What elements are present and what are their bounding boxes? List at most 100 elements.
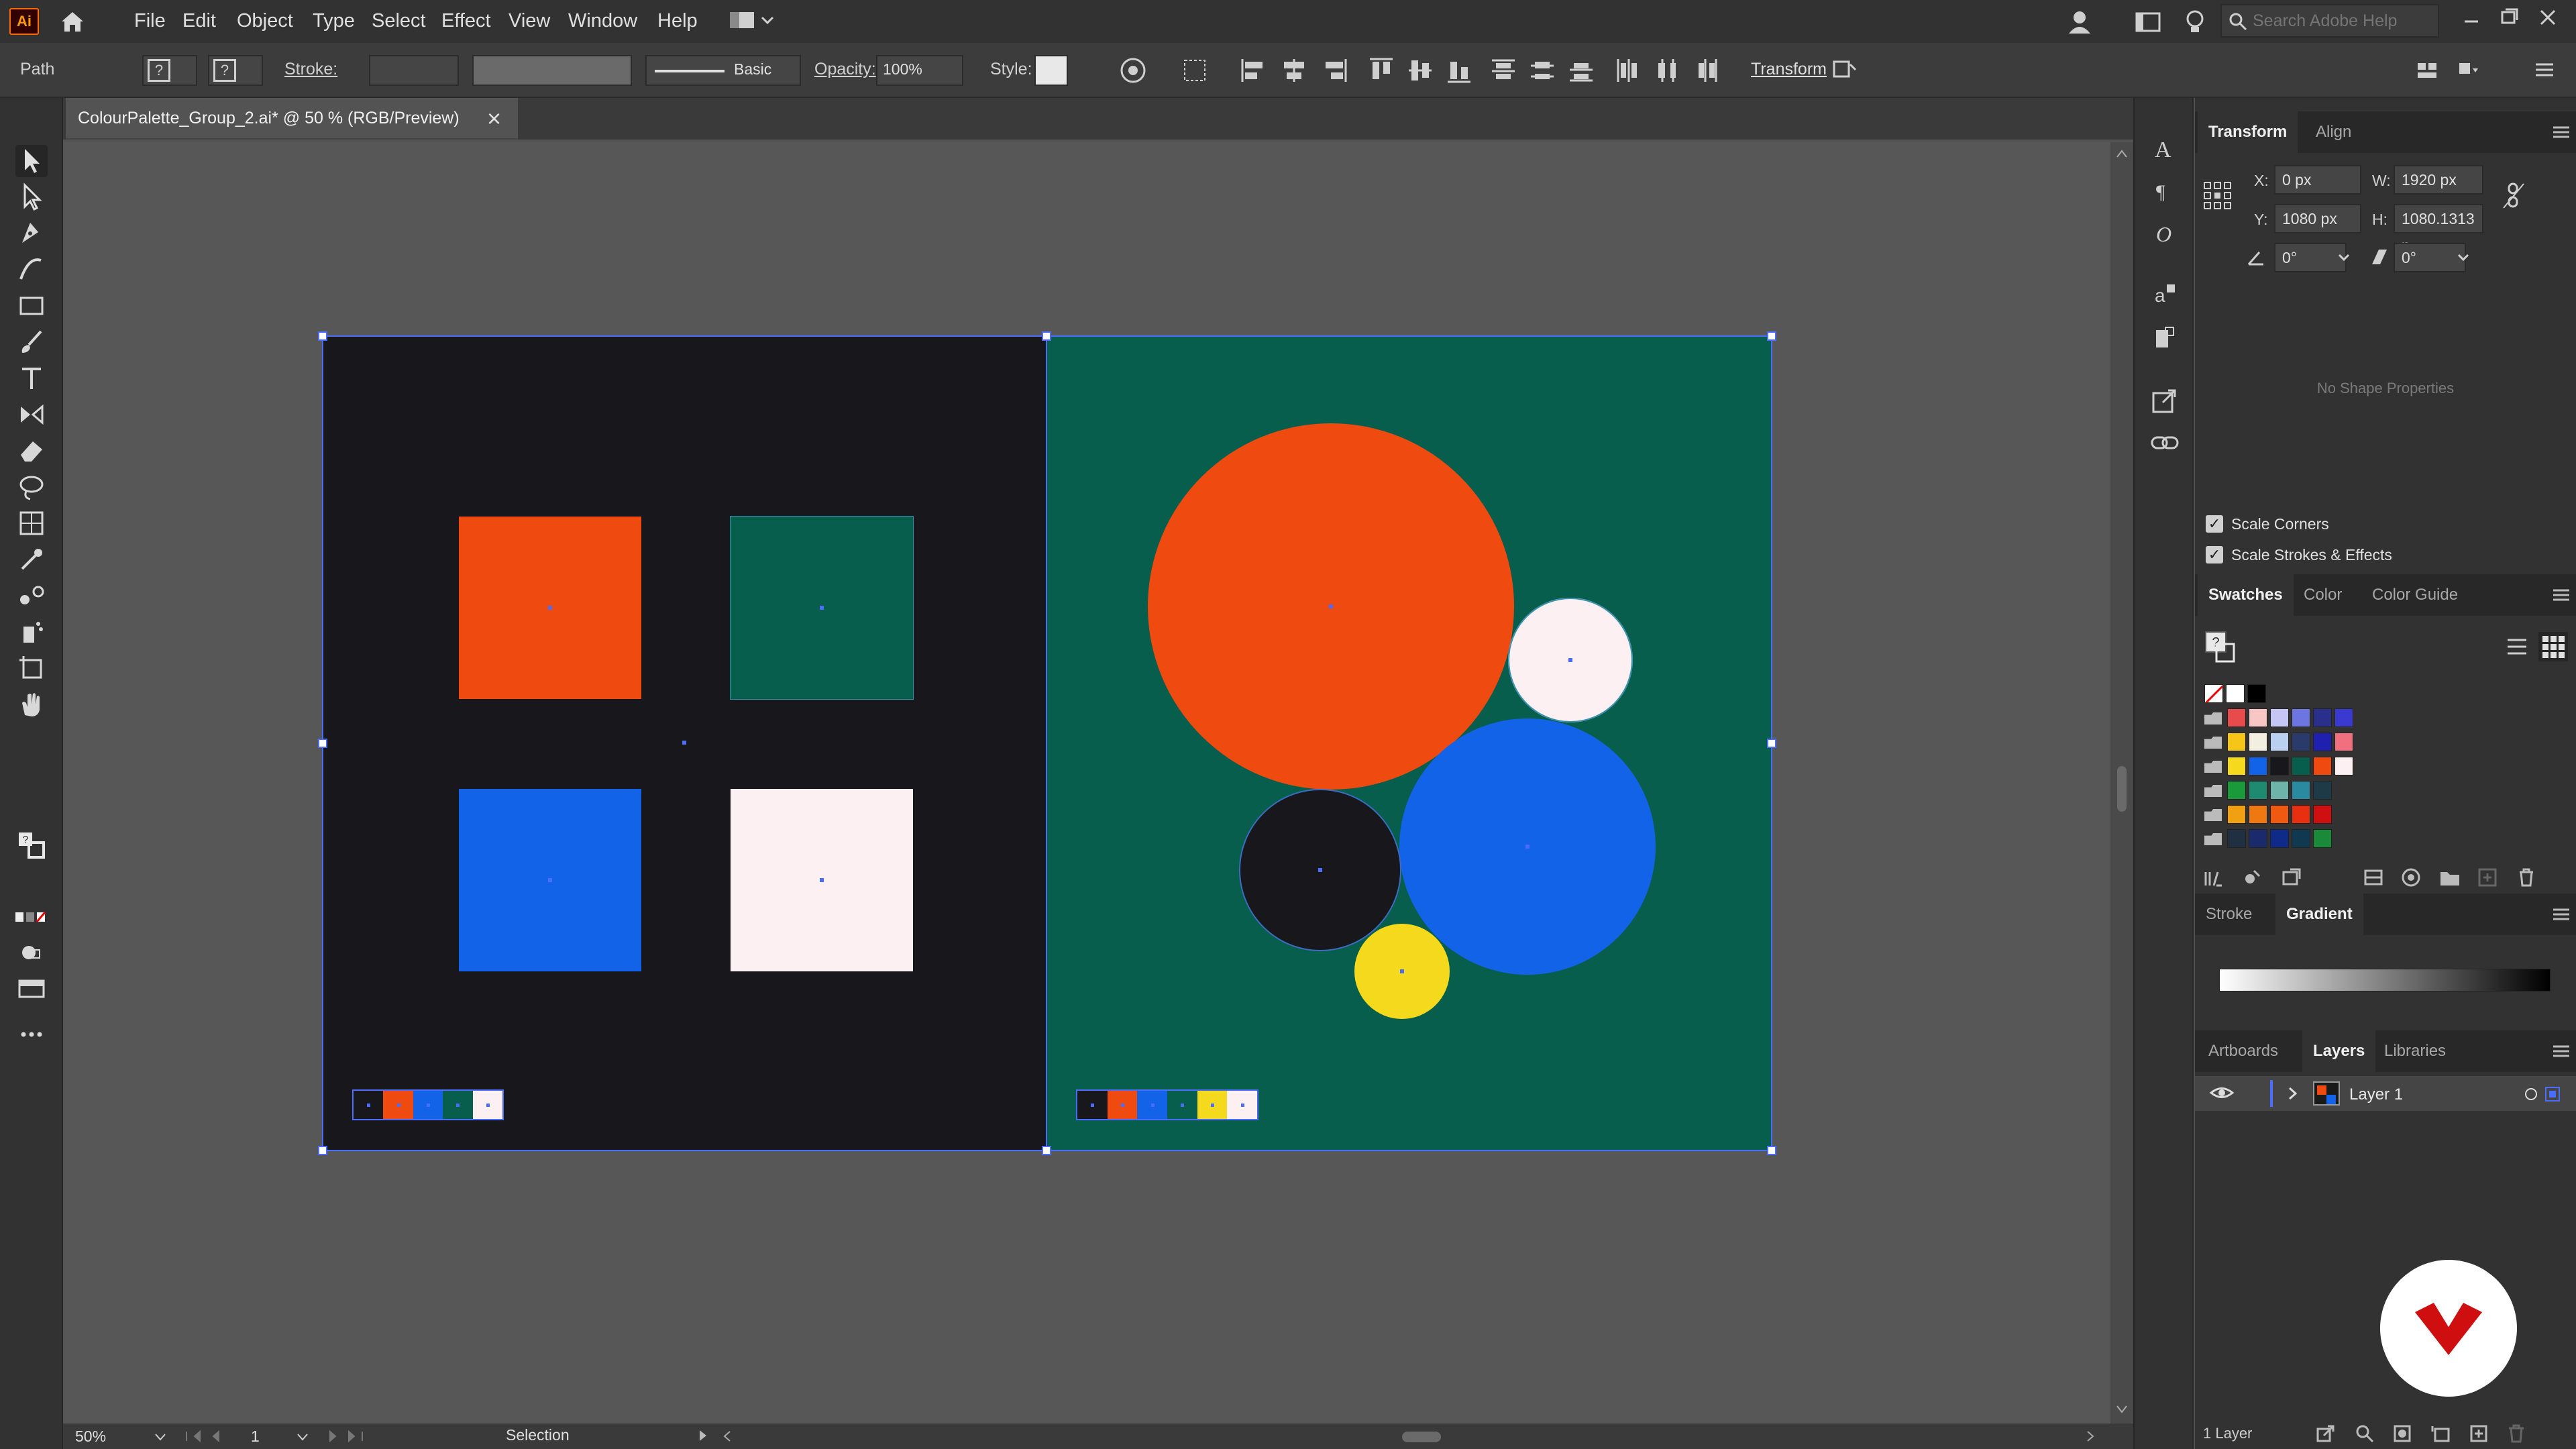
align-to-icon[interactable] — [1181, 55, 1212, 86]
rotate-dropdown-icon[interactable] — [2337, 251, 2351, 264]
color-group-folder-icon[interactable] — [2204, 809, 2222, 821]
restore-icon[interactable] — [2496, 4, 2522, 31]
direct-selection-tool-icon[interactable] — [15, 181, 48, 213]
eraser-tool-icon[interactable] — [15, 435, 48, 467]
swatch[interactable] — [2334, 708, 2353, 727]
workspace-switcher-icon[interactable] — [729, 9, 775, 34]
color-group-folder-icon[interactable] — [2204, 833, 2222, 845]
swatch[interactable] — [2334, 733, 2353, 751]
align-middle-icon[interactable] — [1405, 55, 1436, 86]
swatch[interactable] — [2249, 757, 2267, 775]
tab-transform[interactable]: Transform — [2198, 111, 2298, 153]
color-group-folder-icon[interactable] — [2204, 761, 2222, 773]
fill-stroke-widget-icon[interactable]: ? — [15, 829, 48, 859]
distribute-left-icon[interactable] — [1613, 55, 1644, 86]
prev-artboard-icons[interactable] — [184, 1430, 237, 1442]
tab-layers[interactable]: Layers — [2302, 1030, 2376, 1072]
minimize-icon[interactable] — [2458, 7, 2485, 34]
type-tool-icon[interactable] — [15, 362, 48, 394]
curvature-tool-icon[interactable] — [15, 254, 48, 286]
draw-mode-icon[interactable] — [15, 936, 48, 969]
y-field[interactable]: 1080 px — [2274, 204, 2361, 233]
swatch[interactable] — [2292, 805, 2310, 824]
menu-select[interactable]: Select — [372, 0, 426, 43]
swatch[interactable] — [2334, 757, 2353, 775]
scroll-left-icon[interactable] — [722, 1430, 733, 1442]
distribute-bottom-icon[interactable] — [1566, 55, 1597, 86]
swatch[interactable] — [2313, 757, 2332, 775]
search-box[interactable] — [2220, 4, 2439, 38]
swatches-menu-icon[interactable] — [2552, 588, 2571, 602]
close-tab-icon[interactable]: × — [487, 105, 501, 133]
swatch[interactable] — [2313, 829, 2332, 848]
grid-view-icon[interactable] — [2538, 632, 2568, 661]
swatch[interactable] — [2249, 805, 2267, 824]
distribute-top-icon[interactable] — [1488, 55, 1519, 86]
tab-gradient[interactable]: Gradient — [2275, 894, 2363, 935]
export-layer-icon[interactable] — [2316, 1424, 2336, 1444]
selection-indicator[interactable] — [2545, 1087, 2560, 1102]
visibility-eye-icon[interactable] — [2208, 1083, 2235, 1103]
swatch[interactable] — [2270, 757, 2289, 775]
eyedropper-tool-icon[interactable] — [15, 543, 48, 576]
paintbrush-tool-icon[interactable] — [15, 326, 48, 358]
swatch[interactable] — [2249, 829, 2267, 848]
new-sublayer-icon[interactable] — [2431, 1424, 2451, 1444]
color-group-folder-icon[interactable] — [2204, 712, 2222, 724]
transform-link[interactable]: Transform — [1751, 60, 1827, 79]
shear-dropdown-icon[interactable] — [2457, 251, 2470, 264]
swatch[interactable] — [2249, 733, 2267, 751]
zoom-dropdown-icon[interactable] — [154, 1432, 166, 1442]
delete-swatch-icon[interactable] — [2516, 867, 2537, 888]
align-center-icon[interactable] — [1279, 55, 1309, 86]
gradient-slider[interactable] — [2219, 969, 2551, 991]
isolate-object-icon[interactable] — [1829, 55, 1860, 86]
fill-selector[interactable]: ? — [142, 55, 197, 86]
menu-help[interactable]: Help — [657, 0, 698, 43]
artboard-tool-icon[interactable] — [15, 652, 48, 684]
arrange-panels-icon[interactable] — [2412, 55, 2443, 86]
opentype-panel-icon[interactable]: O — [2149, 217, 2180, 248]
glyphs-panel-icon[interactable]: a — [2149, 279, 2180, 310]
tab-swatches[interactable]: Swatches — [2198, 574, 2294, 616]
locate-object-icon[interactable] — [2355, 1424, 2375, 1444]
align-bottom-icon[interactable] — [1444, 55, 1474, 86]
layers-menu-icon[interactable] — [2552, 1044, 2571, 1059]
scale-strokes-checkbox[interactable]: ✓ — [2206, 546, 2223, 564]
rotate-field[interactable]: 0° — [2274, 243, 2347, 272]
swatch[interactable] — [2313, 733, 2332, 751]
tab-stroke[interactable]: Stroke — [2206, 894, 2252, 935]
none-swatch[interactable] — [2204, 684, 2224, 704]
hand-tool-icon[interactable] — [15, 688, 48, 720]
tab-color-guide[interactable]: Color Guide — [2372, 574, 2458, 616]
align-right-icon[interactable] — [1319, 55, 1350, 86]
reflect-tool-icon[interactable] — [15, 398, 48, 431]
swatch[interactable] — [2292, 733, 2310, 751]
swatch[interactable] — [2292, 708, 2310, 727]
w-field[interactable]: 1920 px — [2394, 165, 2483, 195]
distribute-vcenter-icon[interactable] — [1527, 55, 1558, 86]
tab-align[interactable]: Align — [2316, 111, 2351, 153]
color-group-icon[interactable] — [2363, 867, 2384, 888]
control-bar-menu-icon[interactable] — [2529, 55, 2560, 86]
zoom-field[interactable]: 50% — [71, 1426, 170, 1446]
expand-layer-icon[interactable] — [2286, 1085, 2300, 1102]
color-mode-icon[interactable] — [15, 908, 48, 928]
stroke-label[interactable]: Stroke: — [284, 60, 337, 79]
x-field[interactable]: 0 px — [2274, 165, 2361, 195]
lightbulb-icon[interactable] — [2182, 8, 2208, 35]
swatch[interactable] — [2227, 733, 2246, 751]
stroke-style-panel-icon[interactable] — [2149, 323, 2180, 354]
vertical-scrollbar[interactable] — [2110, 142, 2133, 1424]
scale-corners-checkbox[interactable]: ✓ — [2206, 515, 2223, 533]
paragraph-panel-icon[interactable]: ¶ — [2149, 176, 2180, 207]
swatch[interactable] — [2249, 708, 2267, 727]
pen-tool-icon[interactable] — [15, 217, 48, 250]
layer-row[interactable]: Layer 1 — [2195, 1076, 2576, 1111]
selection-bounding-box[interactable] — [315, 329, 1779, 1158]
document-tab[interactable]: ColourPalette_Group_2.ai* @ 50 % (RGB/Pr… — [66, 98, 518, 140]
menu-object[interactable]: Object — [237, 0, 293, 43]
variable-width-profile[interactable] — [472, 55, 632, 86]
color-group-folder-icon[interactable] — [2204, 785, 2222, 797]
opacity-field[interactable]: 100% — [876, 55, 963, 86]
